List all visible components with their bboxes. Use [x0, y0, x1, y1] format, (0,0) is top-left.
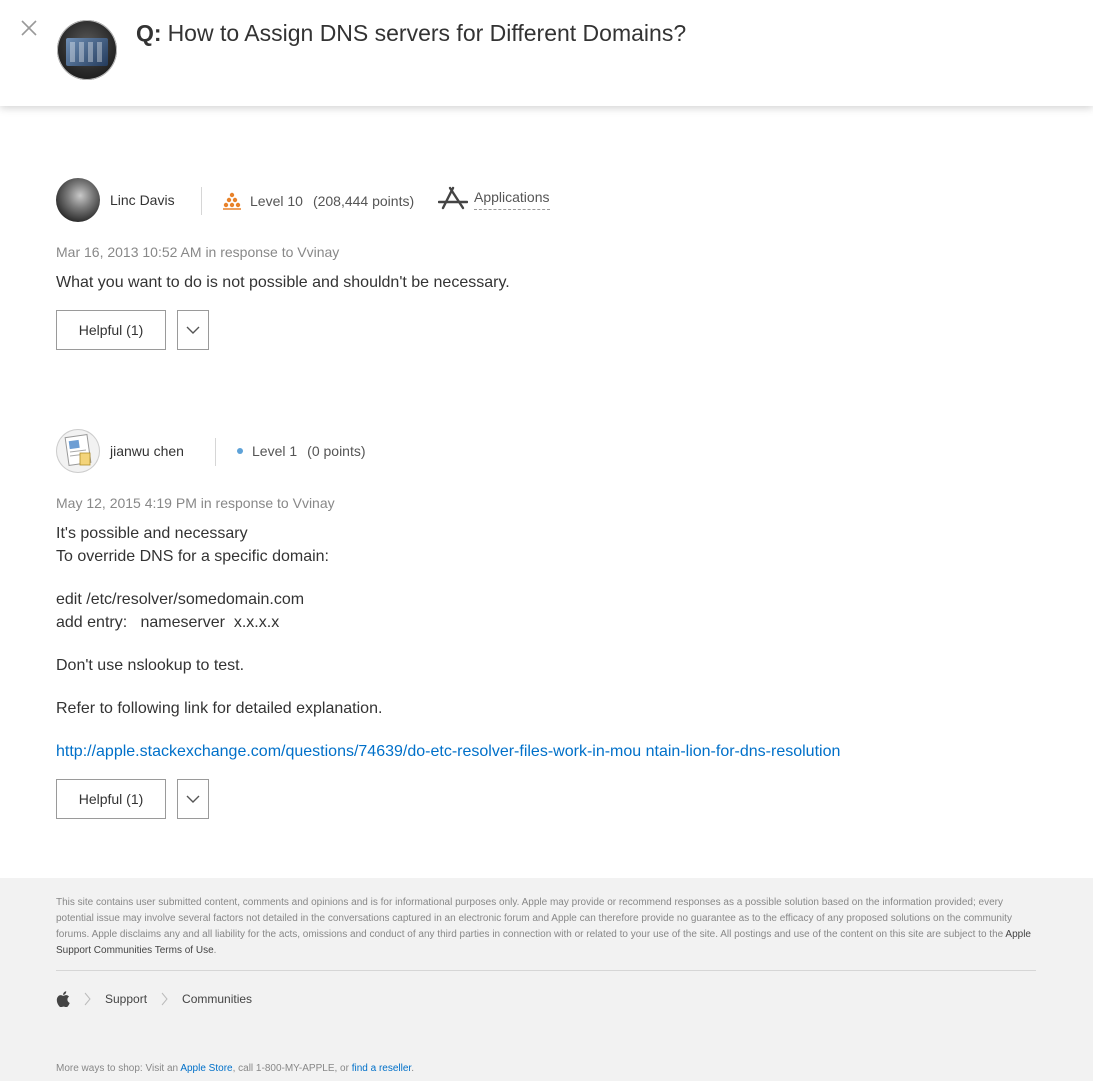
breadcrumb-separator-icon — [161, 992, 168, 1006]
post-date: May 12, 2015 4:19 PM — [56, 495, 197, 511]
apple-store-link[interactable]: Apple Store — [180, 1063, 232, 1074]
body-line: What you want to do is not possible and … — [56, 274, 510, 291]
more-options-button[interactable] — [177, 310, 209, 350]
external-link[interactable]: http://apple.stackexchange.com/questions… — [56, 743, 840, 760]
points-label: (0 points) — [307, 443, 366, 459]
question-text: How to Assign DNS servers for Different … — [167, 20, 687, 46]
close-icon — [21, 20, 37, 36]
close-button[interactable] — [18, 17, 40, 39]
level-label: Level 10 — [250, 193, 303, 209]
author-name[interactable]: Linc Davis — [110, 192, 175, 208]
body-line: add entry: nameserver x.x.x.x — [56, 614, 280, 631]
chevron-down-icon — [186, 795, 200, 803]
level-label: Level 1 — [252, 443, 298, 459]
chevron-down-icon — [186, 326, 200, 334]
post-date: Mar 16, 2013 10:52 AM — [56, 244, 202, 260]
footer: This site contains user submitted conten… — [0, 878, 1093, 1081]
shop-middle: , call 1-800-MY-APPLE, or — [232, 1063, 352, 1074]
question-header: Q: How to Assign DNS servers for Differen… — [0, 0, 1093, 106]
post-body: What you want to do is not possible and … — [56, 271, 510, 294]
shop-links: More ways to shop: Visit an Apple Store,… — [56, 1063, 414, 1074]
question-author-avatar[interactable] — [57, 20, 117, 80]
post-meta: Mar 16, 2013 10:52 AM in response to Vvi… — [56, 244, 339, 260]
helpful-button[interactable]: Helpful (1) — [56, 779, 166, 819]
points-label: (208,444 points) — [312, 193, 415, 209]
body-line: To override DNS for a specific domain: — [56, 548, 329, 565]
question-prefix: Q: — [136, 20, 162, 46]
body-line: edit /etc/resolver/somedomain.com — [56, 591, 305, 608]
disclaimer-body: This site contains user submitted conten… — [56, 897, 1012, 940]
breadcrumb-separator-icon — [84, 992, 91, 1006]
community-badge[interactable]: Applications — [438, 186, 550, 212]
body-line: Refer to following link for detailed exp… — [56, 700, 383, 717]
footer-divider — [56, 970, 1036, 971]
divider — [215, 438, 216, 466]
breadcrumb-communities[interactable]: Communities — [182, 992, 252, 1006]
avatar[interactable] — [56, 429, 100, 473]
post-meta: May 12, 2015 4:19 PM in response to Vvin… — [56, 495, 335, 511]
post-body: It's possible and necessary To override … — [56, 522, 840, 763]
badge-label: Applications — [474, 189, 550, 210]
level-dot-icon — [237, 448, 243, 454]
level-pyramid-icon — [223, 192, 241, 210]
disclaimer-text: This site contains user submitted conten… — [56, 897, 1031, 956]
app-store-icon — [438, 186, 468, 210]
avatar[interactable] — [56, 178, 100, 222]
question-title: Q: How to Assign DNS servers for Differen… — [136, 20, 686, 47]
find-reseller-link[interactable]: find a reseller — [352, 1063, 411, 1074]
author-name[interactable]: jianwu chen — [110, 443, 184, 459]
more-options-button[interactable] — [177, 779, 209, 819]
shop-prefix: More ways to shop: Visit an — [56, 1063, 181, 1074]
user-level: Level 1 (0 points) — [236, 443, 366, 459]
apple-logo-icon[interactable] — [56, 991, 70, 1007]
body-line: Don't use nslookup to test. — [56, 657, 245, 674]
breadcrumb-support[interactable]: Support — [105, 992, 147, 1006]
helpful-button[interactable]: Helpful (1) — [56, 310, 166, 350]
user-level: Level 10 (208,444 points) — [222, 192, 414, 210]
breadcrumb: Support Communities — [56, 991, 252, 1007]
body-line: It's possible and necessary — [56, 525, 248, 542]
in-response-link[interactable]: in response to Vvinay — [205, 244, 339, 260]
divider — [201, 187, 202, 215]
in-response-link[interactable]: in response to Vvinay — [201, 495, 335, 511]
